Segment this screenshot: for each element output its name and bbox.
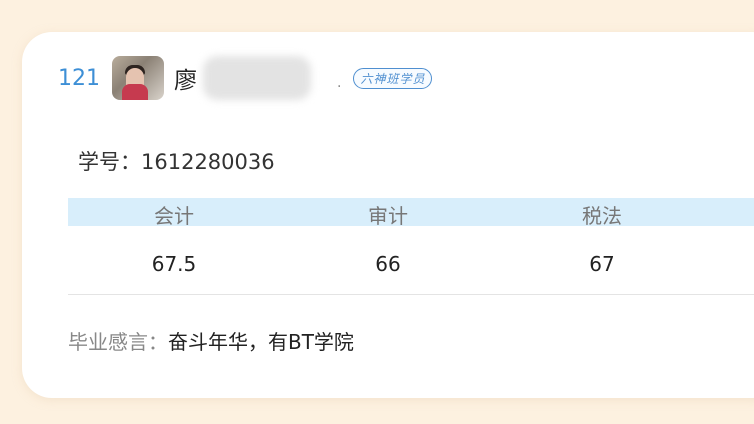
student-name: 廖: [174, 68, 197, 94]
graduation-motto: 毕业感言： 奋斗年华，有BT学院: [68, 326, 354, 355]
divider: [68, 294, 754, 295]
student-header: 121 廖 . 六神班学员: [58, 56, 433, 100]
motto-label: 毕业感言：: [68, 330, 168, 354]
student-id: 学号：1612280036: [78, 146, 275, 176]
subject-header-accounting: 会计: [154, 204, 194, 228]
class-badge: 六神班学员: [353, 67, 433, 89]
rank-number: 121: [58, 65, 100, 91]
score-tax: 67: [589, 252, 615, 276]
student-id-label: 学号：: [78, 150, 141, 174]
score-audit: 66: [375, 252, 401, 276]
subject-header-audit: 审计: [368, 204, 408, 228]
avatar[interactable]: [112, 56, 164, 100]
student-id-value: 1612280036: [141, 150, 275, 174]
name-separator: .: [337, 75, 342, 91]
subject-header-tax: 税法: [582, 204, 622, 228]
motto-text: 奋斗年华，有BT学院: [168, 330, 354, 354]
score-accounting: 67.5: [151, 252, 197, 276]
name-redaction-blur: [203, 56, 311, 100]
avatar-shirt: [122, 84, 148, 100]
